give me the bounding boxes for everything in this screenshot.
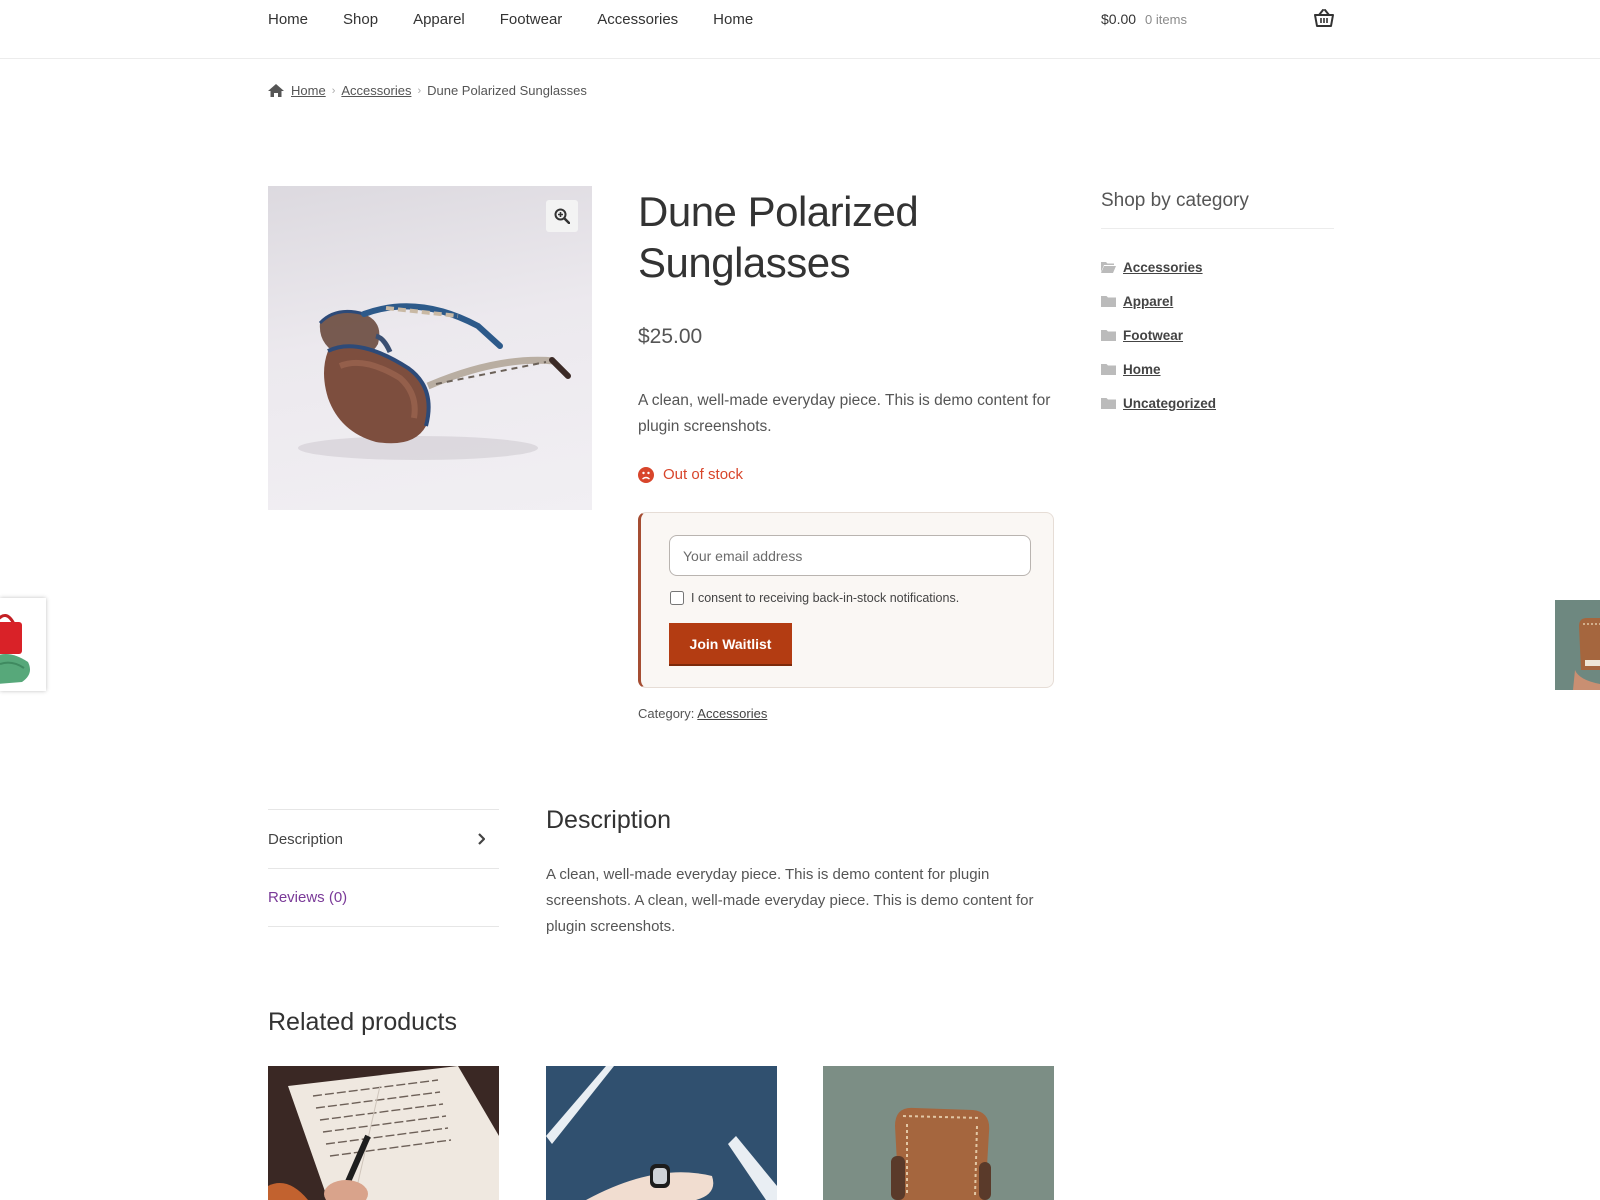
watch-image	[546, 1066, 777, 1200]
basket-icon[interactable]	[1314, 9, 1334, 27]
sunglasses-image	[298, 303, 571, 460]
wallet-image	[823, 1066, 1054, 1200]
product-tabs: Description Reviews (0)	[268, 809, 499, 927]
category-label: Category:	[638, 706, 695, 721]
breadcrumb-separator: ›	[417, 84, 422, 97]
primary-nav: Home Shop Apparel Footwear Accessories H…	[268, 0, 788, 38]
breadcrumb-current: Dune Polarized Sunglasses	[427, 83, 587, 98]
list-item: Apparel	[1101, 284, 1334, 318]
related-products-title: Related products	[268, 1008, 458, 1036]
tab-description[interactable]: Description	[268, 809, 499, 868]
product-price: $25.00	[638, 325, 703, 348]
previous-product-peek[interactable]	[0, 598, 46, 691]
product-category: Category: Accessories	[638, 706, 767, 721]
category-sidebar: Shop by category Accessories Apparel Foo…	[1101, 190, 1334, 420]
tab-description-label: Description	[268, 830, 344, 848]
folder-icon	[1101, 330, 1116, 341]
breadcrumb-accessories[interactable]: Accessories	[341, 83, 411, 98]
list-item: Accessories	[1101, 250, 1334, 284]
category-item-uncategorized[interactable]: Uncategorized	[1123, 396, 1216, 411]
consent-label: I consent to receiving back-in-stock not…	[691, 591, 960, 605]
cart-count[interactable]: 0 items	[1145, 12, 1187, 27]
email-field[interactable]	[669, 535, 1031, 576]
breadcrumb-home[interactable]: Home	[291, 83, 326, 98]
breadcrumb-separator: ›	[331, 84, 336, 97]
tab-reviews-label: Reviews (0)	[268, 889, 348, 906]
folder-icon	[1101, 364, 1116, 375]
sidebar-title: Shop by category	[1101, 190, 1334, 229]
site-header: Home Shop Apparel Footwear Accessories H…	[0, 0, 1600, 59]
product-title: Dune Polarized Sunglasses	[638, 188, 919, 286]
folder-icon	[1101, 296, 1116, 307]
stock-status-text: Out of stock	[663, 466, 744, 483]
zoom-in-icon	[554, 208, 570, 224]
home-icon	[268, 84, 284, 97]
product-image[interactable]	[268, 186, 592, 510]
related-product-wallet[interactable]	[823, 1066, 1054, 1200]
category-item-apparel[interactable]: Apparel	[1123, 294, 1173, 309]
list-item: Home	[1101, 352, 1334, 386]
related-product-watch[interactable]	[546, 1066, 777, 1200]
nav-item-shop[interactable]: Shop	[343, 11, 378, 28]
tab-reviews[interactable]: Reviews (0)	[268, 868, 499, 927]
product-short-description: A clean, well-made everyday piece. This …	[638, 392, 1051, 435]
related-product-notebook[interactable]	[268, 1066, 499, 1200]
header-cart[interactable]: $0.00 0 items	[1101, 0, 1334, 38]
nav-item-home-2[interactable]: Home	[713, 11, 753, 28]
description-body: A clean, well-made everyday piece. This …	[546, 866, 1034, 935]
waitlist-form: I consent to receiving back-in-stock not…	[638, 512, 1054, 688]
description-panel: Description A clean, well-made everyday …	[546, 806, 1046, 940]
list-item: Uncategorized	[1101, 386, 1334, 420]
category-list: Accessories Apparel Footwear Home Uncate…	[1101, 250, 1334, 420]
folder-open-icon	[1101, 262, 1116, 273]
description-heading: Description	[546, 806, 672, 834]
wallet-thumbnail	[1555, 600, 1600, 690]
nav-item-footwear[interactable]: Footwear	[500, 11, 563, 28]
consent-checkbox[interactable]	[670, 591, 684, 605]
stock-status: Out of stock	[638, 466, 743, 483]
folder-icon	[1101, 398, 1116, 409]
join-waitlist-button[interactable]: Join Waitlist	[669, 623, 792, 666]
category-item-footwear[interactable]: Footwear	[1123, 328, 1183, 343]
zoom-button[interactable]	[546, 200, 578, 232]
next-product-peek[interactable]	[1555, 600, 1600, 690]
cart-amount[interactable]: $0.00	[1101, 11, 1136, 27]
category-item-home[interactable]: Home	[1123, 362, 1161, 377]
nav-item-home[interactable]: Home	[268, 11, 308, 28]
notebook-image	[268, 1066, 499, 1200]
consent-row[interactable]: I consent to receiving back-in-stock not…	[670, 591, 959, 605]
category-item-accessories[interactable]: Accessories	[1123, 260, 1203, 275]
nav-item-apparel[interactable]: Apparel	[413, 11, 465, 28]
nav-item-accessories[interactable]: Accessories	[597, 11, 678, 28]
breadcrumb: Home › Accessories › Dune Polarized Sung…	[268, 83, 587, 98]
list-item: Footwear	[1101, 318, 1334, 352]
sad-face-icon	[638, 466, 654, 483]
chevron-right-icon	[478, 833, 485, 845]
category-link[interactable]: Accessories	[697, 706, 767, 721]
handbag-thumbnail	[0, 598, 46, 691]
